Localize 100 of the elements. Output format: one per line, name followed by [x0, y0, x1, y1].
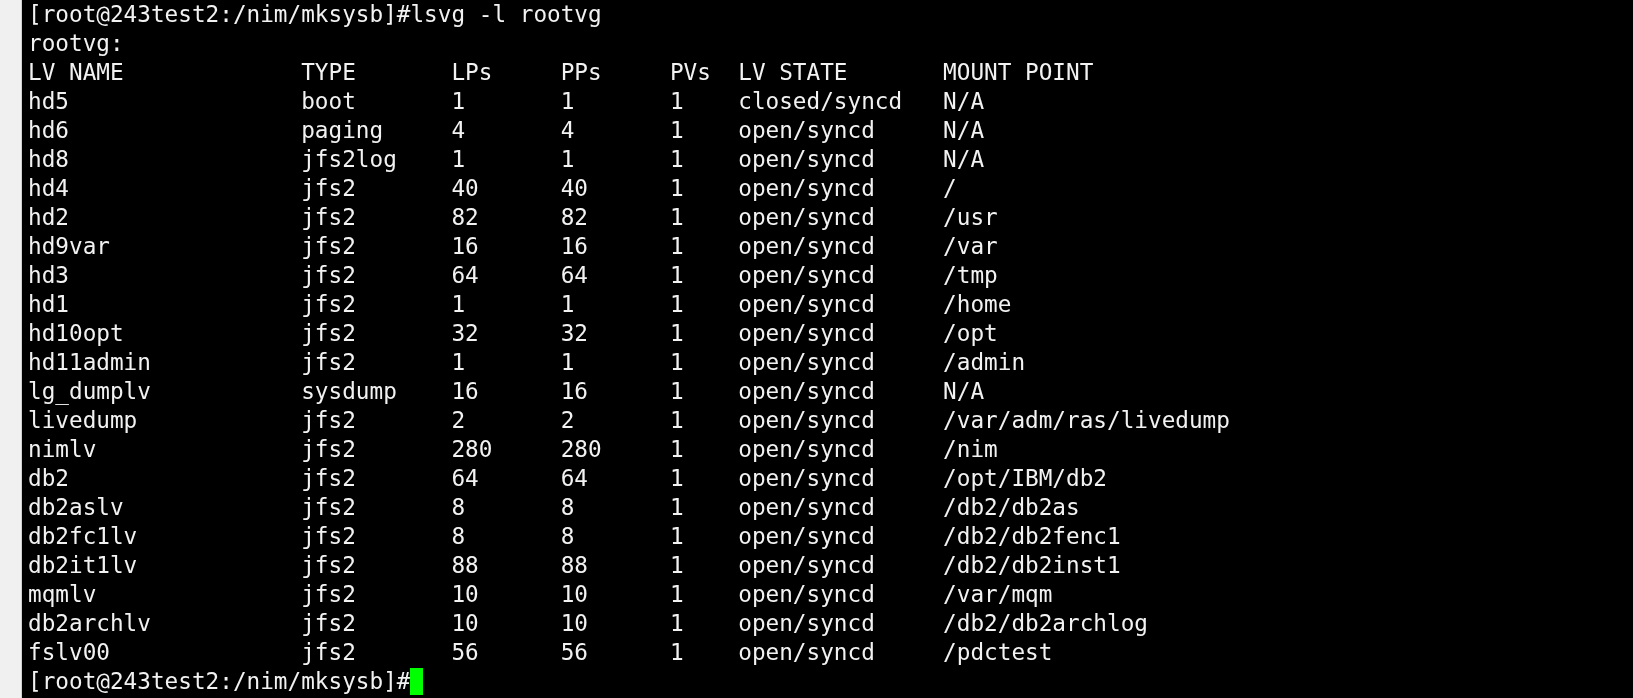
table-cell: /nim: [943, 435, 998, 464]
table-cell-text: jfs2: [301, 609, 357, 638]
table-cell-text: jfs2: [301, 348, 357, 377]
table-cell-text: 8: [560, 493, 576, 522]
table-cell-text: open/syncd: [738, 435, 876, 464]
table-cell: /var: [943, 232, 998, 261]
table-cell-text: 280: [451, 435, 494, 464]
table-cell-text: open/syncd: [738, 551, 876, 580]
table-cell-text: 1: [669, 638, 685, 667]
table-cell-text: hd4: [28, 174, 70, 203]
table-cell: /: [943, 174, 957, 203]
table-cell-text: 2: [451, 406, 467, 435]
table-cell-text: 1: [669, 203, 685, 232]
table-cell-text: 10: [451, 609, 480, 638]
table-cell-text: 88: [560, 551, 589, 580]
table-cell-text: 1: [669, 435, 685, 464]
table-cell-text: open/syncd: [738, 145, 876, 174]
table-cell-text: 1: [669, 261, 685, 290]
table-cell-text: hd10opt: [28, 319, 125, 348]
table-cell-text: jfs2: [301, 203, 357, 232]
table-cell: /db2/db2archlog: [943, 609, 1148, 638]
table-cell: N/A: [943, 377, 985, 406]
table-cell-text: 2: [560, 406, 576, 435]
table-cell-text: jfs2: [301, 435, 357, 464]
column-header: MOUNT POINT: [943, 58, 1094, 87]
table-cell-text: 40: [451, 174, 480, 203]
table-cell-text: 1: [451, 145, 467, 174]
table-cell-text: open/syncd: [738, 319, 876, 348]
table-cell-text: jfs2: [301, 290, 357, 319]
shell-prompt: [root@243test2:/nim/mksysb]#: [28, 0, 411, 29]
table-cell-text: 1: [669, 232, 685, 261]
table-cell-text: 1: [451, 348, 467, 377]
table-cell: /db2/db2fenc1: [943, 522, 1121, 551]
table-cell-text: open/syncd: [738, 290, 876, 319]
table-cell-text: jfs2: [301, 319, 357, 348]
table-cell-text: 1: [669, 290, 685, 319]
table-cell-text: 16: [451, 377, 480, 406]
table-cell-text: jfs2: [301, 464, 357, 493]
column-header: PPs: [560, 58, 603, 87]
column-header: LV STATE: [738, 58, 849, 87]
table-cell-text: 10: [560, 609, 589, 638]
table-cell-text: closed/syncd: [738, 87, 904, 116]
table-cell: /pdctest: [943, 638, 1053, 667]
table-cell-text: 32: [560, 319, 589, 348]
table-cell: N/A: [943, 116, 985, 145]
table-cell-text: 56: [560, 638, 589, 667]
table-cell-text: 56: [451, 638, 480, 667]
table-cell: /db2/db2as: [943, 493, 1080, 522]
table-cell-text: 1: [669, 319, 685, 348]
table-cell-text: mqmlv: [28, 580, 98, 609]
table-cell-text: 10: [451, 580, 480, 609]
table-cell-text: 82: [560, 203, 589, 232]
table-cell-text: open/syncd: [738, 493, 876, 522]
table-cell-text: sysdump: [301, 377, 398, 406]
table-cell-text: open/syncd: [738, 638, 876, 667]
table-cell-text: open/syncd: [738, 261, 876, 290]
table-cell-text: 8: [560, 522, 576, 551]
table-cell-text: 8: [451, 493, 467, 522]
table-cell-text: lg_dumplv: [28, 377, 152, 406]
column-header: PVs: [669, 58, 712, 87]
table-cell-text: 64: [560, 464, 589, 493]
text-cursor: [410, 668, 424, 695]
table-cell-text: 1: [669, 377, 685, 406]
table-cell: N/A: [943, 145, 985, 174]
table-cell-text: open/syncd: [738, 348, 876, 377]
table-cell-text: open/syncd: [738, 406, 876, 435]
table-cell-text: jfs2: [301, 580, 357, 609]
table-cell-text: open/syncd: [738, 580, 876, 609]
table-cell: /tmp: [943, 261, 998, 290]
table-cell-text: 4: [451, 116, 467, 145]
table-cell-text: db2it1lv: [28, 551, 139, 580]
table-cell-text: open/syncd: [738, 116, 876, 145]
table-cell: /usr: [943, 203, 998, 232]
table-cell-text: jfs2: [301, 406, 357, 435]
table-cell-text: 1: [669, 145, 685, 174]
table-cell-text: 1: [669, 87, 685, 116]
table-cell-text: 1: [451, 290, 467, 319]
table-cell-text: 10: [560, 580, 589, 609]
table-cell-text: 16: [560, 232, 589, 261]
table-cell-text: 1: [669, 464, 685, 493]
table-cell-text: 1: [669, 580, 685, 609]
table-cell-text: open/syncd: [738, 232, 876, 261]
table-cell-text: 1: [669, 493, 685, 522]
table-cell-text: hd11admin: [28, 348, 152, 377]
table-cell-text: 1: [451, 87, 467, 116]
table-cell-text: 1: [669, 551, 685, 580]
table-cell: /opt: [943, 319, 998, 348]
table-cell-text: jfs2: [301, 261, 357, 290]
table-cell-text: nimlv: [28, 435, 98, 464]
table-cell-text: db2fc1lv: [28, 522, 139, 551]
table-cell-text: 8: [451, 522, 467, 551]
command-text: lsvg -l rootvg: [410, 0, 602, 29]
table-cell-text: 1: [669, 348, 685, 377]
table-cell-text: hd2: [28, 203, 70, 232]
table-cell-text: 4: [560, 116, 576, 145]
table-cell-text: 1: [560, 348, 576, 377]
table-cell-text: jfs2: [301, 551, 357, 580]
table-cell-text: 1: [669, 116, 685, 145]
table-cell-text: 1: [560, 87, 576, 116]
table-cell-text: hd8: [28, 145, 70, 174]
